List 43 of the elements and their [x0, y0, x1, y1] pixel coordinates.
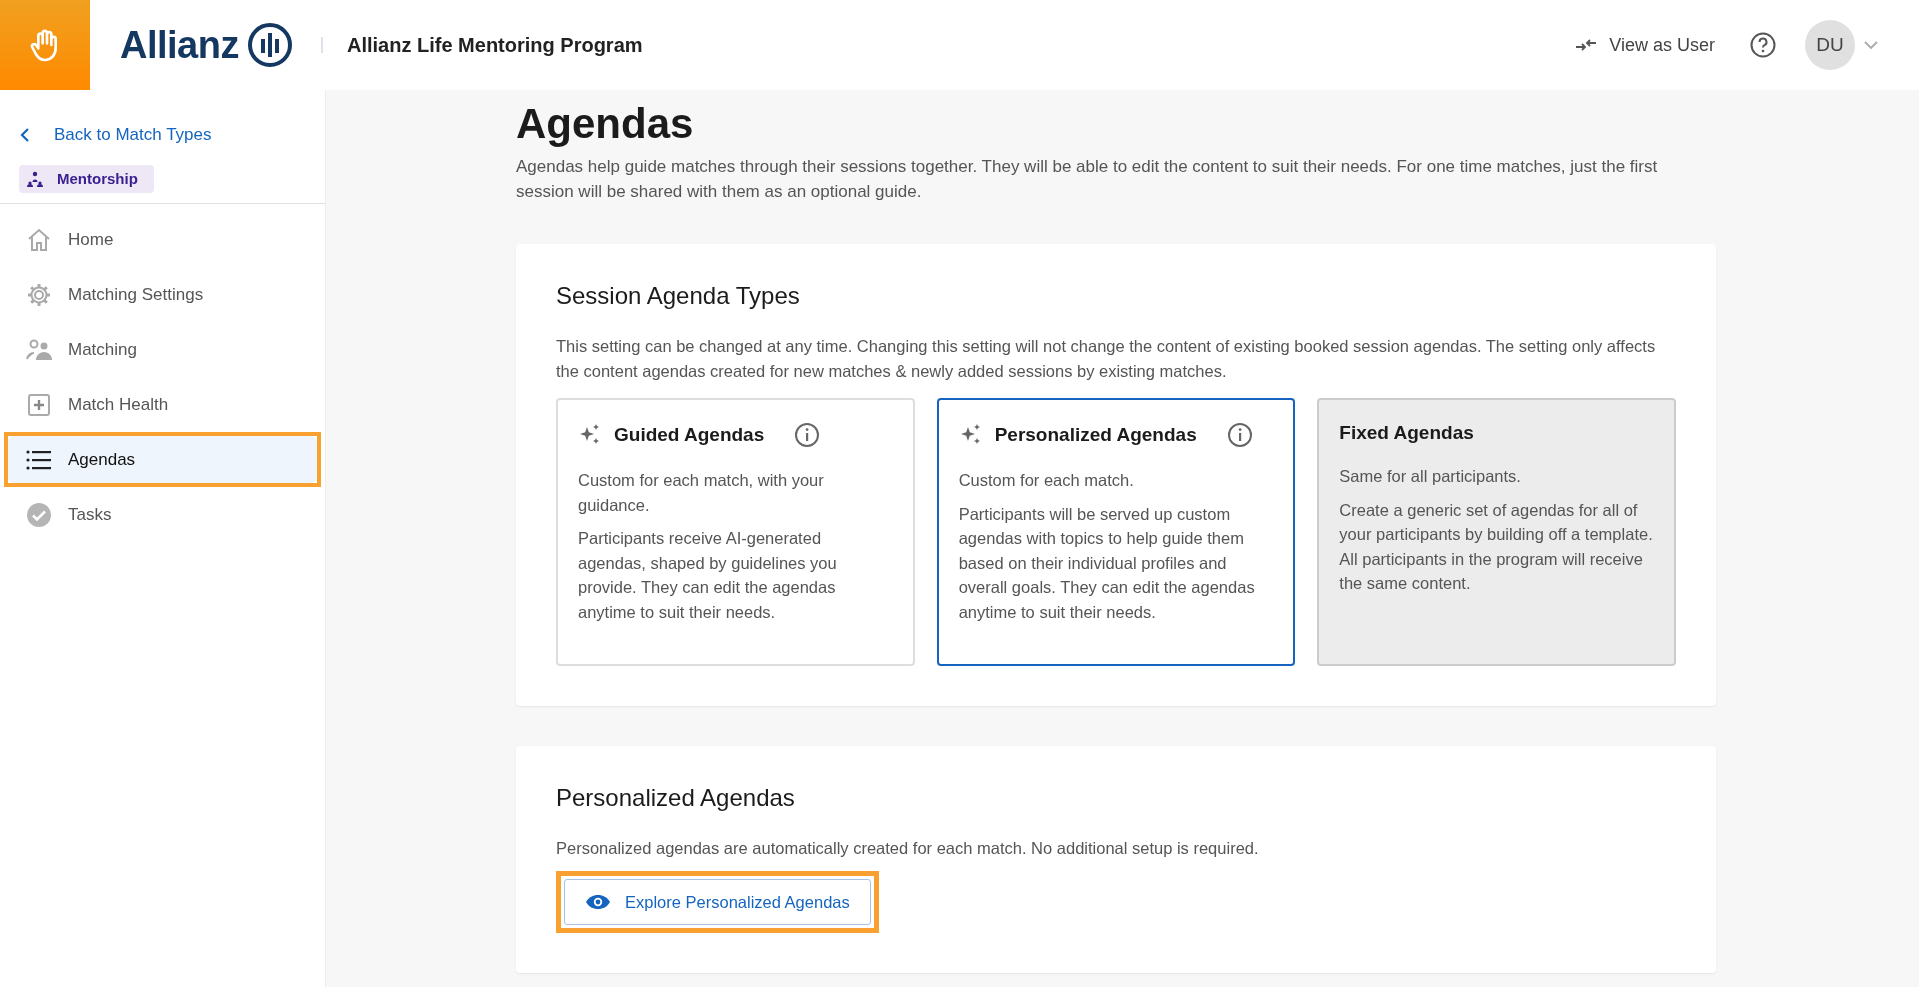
sidebar-item[interactable]: Home — [8, 216, 317, 263]
badge-label: Mentorship — [57, 170, 138, 187]
user-avatar[interactable]: DU — [1805, 20, 1855, 70]
sidebar-item[interactable]: Matching Settings — [8, 271, 317, 318]
info-icon[interactable] — [794, 422, 821, 448]
back-link[interactable]: Back to Match Types — [0, 90, 325, 145]
explore-button[interactable]: Explore Personalized Agendas — [564, 879, 871, 925]
plus-square-icon — [26, 391, 52, 418]
card-description: Personalized agendas are automatically created for each match. No additional setup is required. — [556, 838, 1260, 859]
swap-arrows-icon — [1575, 38, 1598, 52]
list-icon — [26, 448, 52, 471]
card-title: Session Agenda Types — [556, 282, 801, 310]
option-summary: Same for all participants. — [1339, 466, 1522, 487]
sidebar-item[interactable]: Tasks — [8, 491, 317, 538]
chevron-left-icon — [20, 127, 30, 143]
sidebar-item[interactable]: Agendas — [8, 436, 317, 483]
option-detail: Participants will be served up custom agendas with topics to help guide them based on their individual profiles and overall goals. They can edit the agendas anytime to suit their needs. — [958, 503, 1256, 623]
brand-emblem-icon — [246, 22, 293, 68]
people-icon — [26, 338, 52, 361]
option-detail: Participants receive AI-generated agendas, shaped by guidelines you provide. They can edit the agendas anytime to suit their needs. — [578, 528, 838, 623]
page-title: Agendas — [516, 100, 695, 148]
home-icon — [26, 226, 52, 253]
agenda-type-option[interactable]: Guided Agendas Custom for each match, with your guidance. Participants receive AI-generated agendas, shaped by guidelines you provide. They can edit the agendas anytime to suit their needs. — [556, 398, 915, 666]
check-circle-icon — [26, 501, 52, 528]
card-description: This setting can be changed at any time. Changing this setting will not change the content of existing booked session agendas. The setting only affects the content agendas created for new matches & newly added sessions by existing matches. — [556, 336, 1657, 382]
sidebar-item[interactable]: Matching — [8, 326, 317, 373]
view-as-user-button[interactable]: View as User — [1569, 33, 1721, 57]
help-icon[interactable] — [1749, 31, 1777, 59]
settings-icon — [26, 281, 52, 308]
option-title: Personalized Agendas — [994, 424, 1197, 446]
eye-icon — [585, 894, 611, 910]
option-summary: Custom for each match. — [958, 470, 1135, 491]
option-detail: Create a generic set of agendas for all of your participants by building off a template. All participants in the program will receive the same content. — [1339, 499, 1654, 594]
info-icon[interactable] — [1226, 422, 1253, 448]
agenda-type-option[interactable] — [936, 398, 1296, 666]
page-description: Agendas help guide matches through their sessions together. They will be able to edit the content to suit their needs. For one time matches, just the first session will be shared with them as an optional guide. — [516, 156, 1659, 203]
option-title: Fixed Agendas — [1339, 422, 1474, 444]
brand-logo-text: Allianz — [120, 23, 239, 67]
option-summary: Custom for each match, with your guidance. — [578, 470, 825, 516]
mentor-group-icon — [27, 170, 43, 187]
sidebar-item[interactable]: Match Health — [8, 381, 317, 428]
option-title: Guided Agendas — [614, 424, 765, 446]
card-title: Personalized Agendas — [556, 784, 796, 812]
